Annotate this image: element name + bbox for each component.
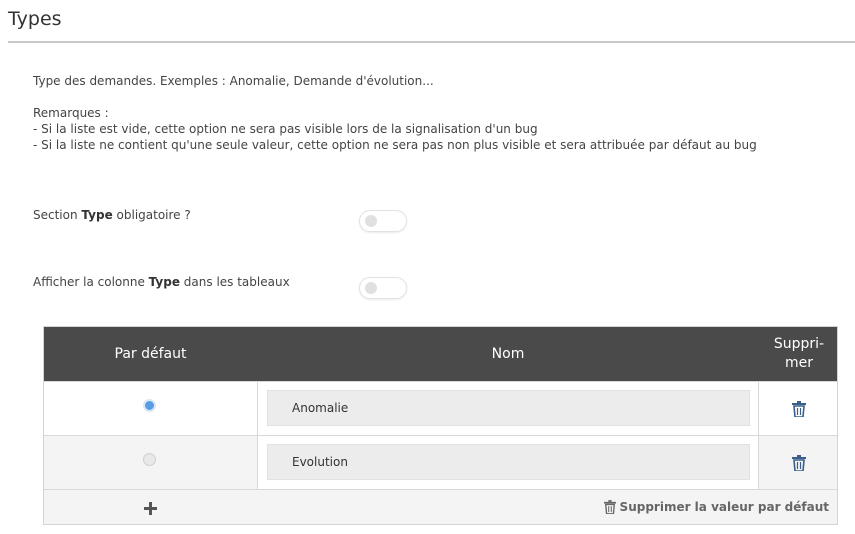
table-row: [44, 381, 837, 435]
delete-cell: [759, 382, 837, 435]
remove-default-button[interactable]: Supprimer la valeur par défaut: [603, 500, 829, 514]
types-table: Par défaut Nom Suppri- mer Anomalie Evol…: [43, 326, 838, 525]
mandatory-label-suffix: obligatoire ?: [112, 208, 191, 222]
mandatory-label-bold: Type: [81, 208, 113, 222]
trash-icon[interactable]: [792, 401, 806, 417]
default-radio[interactable]: [143, 399, 156, 412]
header-default: Par défaut: [114, 346, 187, 362]
name-cell: [257, 436, 759, 489]
trash-icon[interactable]: [792, 455, 806, 471]
default-radio[interactable]: [143, 453, 156, 466]
default-cell: [44, 382, 257, 435]
remarks-title: Remarques :: [33, 106, 109, 120]
toggle-knob: [365, 282, 377, 294]
show-column-toggle[interactable]: [359, 277, 407, 299]
toggle-knob: [365, 215, 377, 227]
name-input[interactable]: [267, 444, 750, 480]
description-text: Type des demandes. Exemples : Anomalie, …: [33, 74, 434, 88]
table-footer: Supprimer la valeur par défaut: [44, 489, 837, 524]
default-cell: [44, 436, 257, 489]
mandatory-setting-label: Section Type obligatoire ?: [33, 208, 191, 223]
table-header: Par défaut Nom Suppri- mer: [44, 327, 837, 381]
delete-cell: [759, 436, 837, 489]
trash-icon: [603, 500, 616, 514]
remark-single-value: - Si la liste ne contient qu'une seule v…: [33, 138, 757, 152]
remark-empty-list: - Si la liste est vide, cette option ne …: [33, 122, 538, 136]
show-column-label-prefix: Afficher la colonne: [33, 275, 149, 289]
header-delete-line2: mer: [784, 355, 813, 371]
name-cell: [257, 382, 759, 435]
table-row: [44, 435, 837, 489]
name-input[interactable]: [267, 390, 750, 426]
plus-icon[interactable]: [144, 502, 157, 515]
mandatory-toggle[interactable]: [359, 210, 407, 232]
show-column-label-bold: Type: [148, 275, 180, 289]
header-delete: Suppri- mer: [759, 327, 837, 381]
show-column-setting-label: Afficher la colonne Type dans les tablea…: [33, 275, 290, 290]
mandatory-label-prefix: Section: [33, 208, 82, 222]
header-name: Nom: [491, 346, 525, 362]
show-column-label-suffix: dans les tableaux: [179, 275, 290, 289]
page-header: Types: [8, 0, 855, 43]
page-title: Types: [8, 8, 62, 30]
header-delete-line1: Suppri-: [773, 336, 825, 352]
remove-default-label: Supprimer la valeur par défaut: [619, 500, 829, 514]
